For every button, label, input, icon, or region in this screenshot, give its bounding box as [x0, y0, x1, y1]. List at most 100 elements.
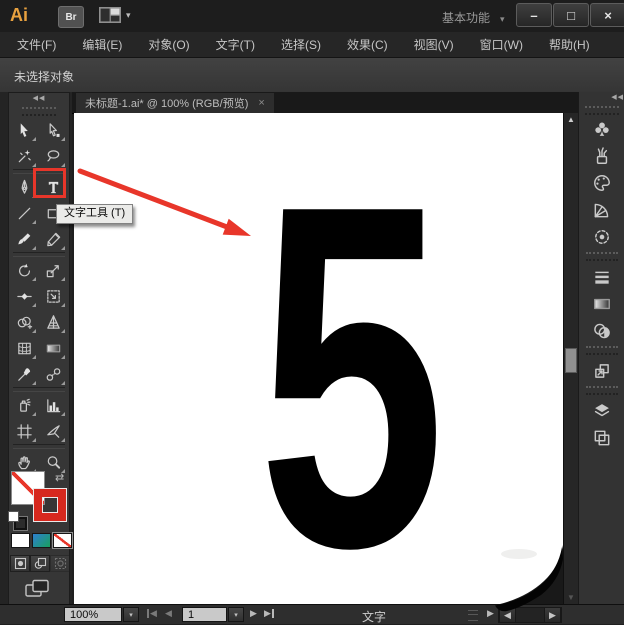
panel-drag-grip[interactable]: [22, 107, 56, 116]
first-page-button[interactable]: ◀: [147, 608, 157, 619]
default-fill-mini-swatch[interactable]: [9, 512, 18, 521]
scroll-left-icon[interactable]: ◀: [499, 607, 516, 623]
layers-icon: [592, 401, 612, 421]
dock-button-appearance[interactable]: [579, 357, 624, 384]
tool-paintbrush[interactable]: [11, 226, 38, 252]
workspace-label: 基本功能: [442, 11, 491, 25]
mesh-icon: [16, 340, 33, 357]
gradient-button[interactable]: [32, 533, 51, 548]
last-page-button[interactable]: ▶: [264, 608, 274, 619]
tool-selection[interactable]: [11, 117, 38, 143]
menu-item-help[interactable]: 帮助(H): [536, 32, 603, 58]
zoom-dropdown-icon[interactable]: ▾: [123, 607, 139, 622]
pen-icon: [16, 179, 33, 196]
dock-button-symbols[interactable]: [579, 115, 624, 142]
dock-button-gradient[interactable]: [579, 290, 624, 317]
collapse-panel-icon[interactable]: ◀◀: [9, 93, 69, 105]
dock-button-stroke-style[interactable]: [579, 223, 624, 250]
menu-item-view[interactable]: 视图(V): [401, 32, 467, 58]
dock-button-stroke[interactable]: [579, 263, 624, 290]
menu-item-object[interactable]: 对象(O): [135, 32, 202, 58]
dock-button-brushes[interactable]: [579, 142, 624, 169]
artboard-dropdown-icon[interactable]: ▾: [228, 607, 244, 622]
bridge-button[interactable]: Br: [58, 6, 84, 28]
scroll-up-icon[interactable]: ▲: [564, 115, 578, 124]
tool-row: [9, 361, 69, 387]
arrange-documents-icon[interactable]: [98, 6, 124, 26]
draw-normal-button[interactable]: [10, 555, 30, 572]
workspace-switcher[interactable]: 基本功能 ▾: [442, 9, 505, 26]
tool-artboard[interactable]: [11, 418, 38, 444]
tool-mesh[interactable]: [11, 335, 38, 361]
magic-wand-icon: [16, 148, 33, 165]
menu-item-effect[interactable]: 效果(C): [334, 32, 401, 58]
color-icon: [592, 173, 612, 193]
tool-column-graph[interactable]: [40, 392, 67, 418]
zoom-level-field[interactable]: 100%: [64, 607, 122, 622]
scroll-right-icon[interactable]: ▶: [544, 607, 561, 623]
tool-blend[interactable]: [40, 361, 67, 387]
expand-panels-icon[interactable]: ◀◀: [579, 92, 624, 104]
tool-eyedropper[interactable]: [11, 361, 38, 387]
draw-behind-button[interactable]: [30, 555, 50, 572]
minimize-button[interactable]: –: [516, 3, 552, 27]
artboard-number-field[interactable]: 1: [182, 607, 227, 622]
close-button[interactable]: ×: [590, 3, 624, 27]
tool-magic-wand[interactable]: [11, 143, 38, 169]
dock-button-color[interactable]: [579, 169, 624, 196]
dock-drag-grip[interactable]: [584, 106, 619, 115]
gradient-tool-icon: [45, 340, 62, 357]
dock-group-grip[interactable]: [585, 346, 618, 355]
draw-behind-icon: [34, 557, 47, 570]
tool-row: [9, 143, 69, 169]
transparency-icon: [592, 321, 612, 341]
tool-symbol-sprayer[interactable]: [11, 392, 38, 418]
tool-free-transform[interactable]: [40, 283, 67, 309]
slice-icon: [45, 423, 62, 440]
dock-button-layers[interactable]: [579, 397, 624, 424]
menu-item-edit[interactable]: 编辑(E): [69, 32, 135, 58]
menu-item-type[interactable]: 文字(T): [203, 32, 268, 58]
scroll-down-icon[interactable]: ▼: [564, 593, 578, 602]
symbols-icon: [592, 119, 612, 139]
menu-item-window[interactable]: 窗口(W): [467, 32, 536, 58]
arrange-documents-caret-icon[interactable]: ▾: [126, 10, 131, 21]
titlebar: Ai Br ▾ 基本功能 ▾ – □ ×: [0, 0, 624, 33]
hand-icon: [16, 454, 33, 471]
stroke-color-indicator[interactable]: [34, 489, 66, 521]
tool-width-tool[interactable]: [11, 283, 38, 309]
tool-shape-builder[interactable]: [11, 309, 38, 335]
screen-mode-icon[interactable]: [24, 578, 51, 599]
tab-close-icon[interactable]: ×: [258, 97, 264, 109]
next-page-button[interactable]: ▶: [250, 608, 257, 619]
menu-item-select[interactable]: 选择(S): [268, 32, 334, 58]
tool-pencil[interactable]: [40, 226, 67, 252]
maximize-button[interactable]: □: [553, 3, 589, 27]
tool-rotate[interactable]: [11, 257, 38, 283]
color-button[interactable]: [11, 533, 30, 548]
dock-button-artboards[interactable]: [579, 424, 624, 451]
tool-slice[interactable]: [40, 418, 67, 444]
draw-inside-button[interactable]: [50, 555, 70, 572]
dock-button-color-guide[interactable]: [579, 196, 624, 223]
vertical-scroll-thumb[interactable]: [565, 348, 577, 373]
tool-lasso[interactable]: [40, 143, 67, 169]
menu-item-file[interactable]: 文件(F): [4, 32, 69, 58]
tool-direct-selection[interactable]: [40, 117, 67, 143]
tool-gradient[interactable]: [40, 335, 67, 361]
artboard-canvas[interactable]: 5: [74, 103, 563, 625]
dock-group-grip[interactable]: [585, 386, 618, 395]
none-button[interactable]: [53, 533, 72, 548]
swap-fill-stroke-icon[interactable]: ⇄: [55, 471, 64, 484]
tool-line-segment[interactable]: [11, 200, 38, 226]
rotate-icon: [16, 262, 33, 279]
scroll-right-mini-icon[interactable]: ▶: [487, 608, 494, 619]
chevron-down-icon: ▾: [500, 14, 505, 24]
previous-page-button[interactable]: ◀: [165, 608, 172, 619]
tool-perspective-grid[interactable]: [40, 309, 67, 335]
document-tab[interactable]: 未标题-1.ai* @ 100% (RGB/预览) ×: [76, 93, 274, 113]
dock-button-transparency[interactable]: [579, 317, 624, 344]
tool-scale[interactable]: [40, 257, 67, 283]
dock-group-grip[interactable]: [585, 252, 618, 261]
vertical-scrollbar[interactable]: ▲ ▼: [563, 113, 578, 604]
